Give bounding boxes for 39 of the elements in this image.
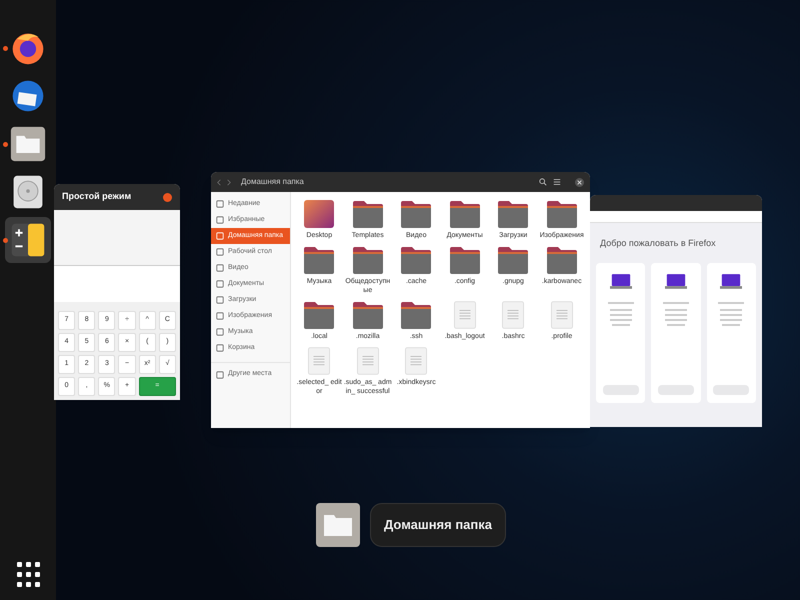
- path-button[interactable]: Домашняя папка: [237, 176, 308, 188]
- calculator-icon: [10, 222, 46, 258]
- sidebar-item-icon: [216, 370, 224, 378]
- folder-icon: [304, 301, 334, 329]
- dock-app-button[interactable]: [5, 217, 51, 263]
- folder-icon: [498, 246, 528, 274]
- folder-icon: [546, 246, 577, 274]
- text-file-icon: [308, 347, 330, 375]
- window-title[interactable]: Простой режим: [62, 190, 132, 204]
- text-file-icon: [356, 347, 379, 375]
- folder-icon: [352, 200, 383, 228]
- text-file-icon: [502, 301, 524, 329]
- laptop-icon: [610, 272, 632, 290]
- folder-icon: [352, 301, 383, 329]
- back-icon[interactable]: [217, 178, 221, 186]
- folder-icon: [401, 200, 432, 228]
- folder-icon: [10, 126, 46, 162]
- folder-icon: [450, 246, 480, 274]
- mail-logo-icon: [10, 78, 46, 114]
- window-title-label: Домашняя папка: [370, 503, 506, 547]
- input-field[interactable]: [54, 266, 180, 302]
- text-file-icon: [550, 301, 573, 329]
- search-icon[interactable]: [539, 178, 547, 186]
- welcome-heading: Добро пожаловать в Firefox: [599, 237, 717, 250]
- folder-icon: [546, 200, 577, 228]
- text-file-icon: [405, 347, 428, 375]
- folder-icon: [498, 200, 528, 228]
- folder-icon: [450, 200, 480, 228]
- forward-icon[interactable]: [227, 178, 231, 186]
- folder-icon: [352, 246, 383, 274]
- folder-icon: [304, 246, 334, 274]
- menu-icon[interactable]: [553, 178, 561, 186]
- folder-icon: [401, 246, 432, 274]
- laptop-icon: [664, 272, 687, 290]
- text-file-icon: [454, 301, 476, 329]
- laptop-icon: [720, 272, 742, 290]
- folder-icon: [304, 200, 334, 228]
- close-icon[interactable]: [575, 178, 584, 186]
- folder-icon: [401, 301, 432, 329]
